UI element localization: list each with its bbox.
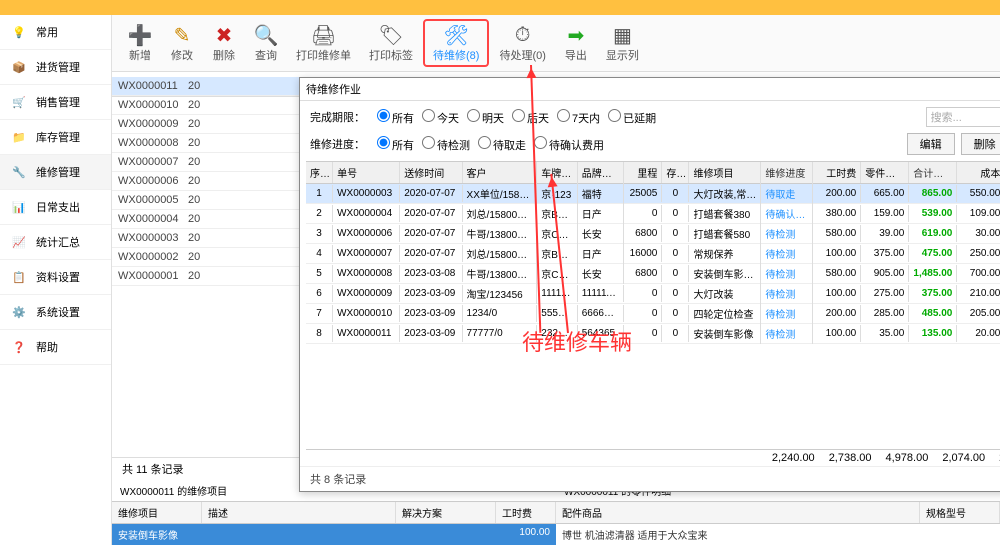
col-header: 工时费 <box>496 502 556 523</box>
pending-process-button[interactable]: ⏱待处理(0) <box>491 21 553 65</box>
col-header[interactable]: 序号 <box>306 162 333 183</box>
sidebar-icon: ❓ <box>10 338 28 356</box>
sidebar-item[interactable]: ❓ 帮助 <box>0 330 111 365</box>
filter-label: 维修进度： <box>310 136 365 152</box>
filter-radio[interactable] <box>422 136 435 149</box>
col-header: 规格型号 <box>920 502 1000 523</box>
sidebar-item[interactable]: 📋 资料设置 <box>0 260 111 295</box>
sidebar-icon: 🛒 <box>10 93 28 111</box>
filter-radio[interactable] <box>377 109 390 122</box>
sidebar-item[interactable]: 📊 日常支出 <box>0 190 111 225</box>
pending-repair-button[interactable]: 🛠待维修(8) <box>423 19 489 67</box>
part-row[interactable]: 博世 机油滤清器 适用于大众宝来 <box>556 524 1000 545</box>
table-row[interactable]: 3WX00000062020-07-07牛哥/1380001..京C125长安6… <box>306 224 1000 244</box>
col-header[interactable]: 客户 <box>463 162 538 183</box>
pending-repair-dialog: 待维修作业 — ☐ ✕ 完成期限： 所有今天明天后天7天内已延期 搜索... ▦ <box>299 77 1000 492</box>
sidebar-item[interactable]: 📦 进货管理 <box>0 50 111 85</box>
table-row[interactable]: 8WX00000112023-03-0977777/02324324564365… <box>306 324 1000 344</box>
filter-radio[interactable] <box>608 109 621 122</box>
col-header: 描述 <box>202 502 396 523</box>
sidebar-label: 维修管理 <box>36 164 80 180</box>
sidebar-item[interactable]: 🔧 维修管理 <box>0 155 111 190</box>
col-header[interactable]: 里程 <box>624 162 663 183</box>
sidebar-icon: ⚙️ <box>10 303 28 321</box>
col-header[interactable]: 存油 <box>662 162 689 183</box>
table-row[interactable]: 5WX00000082023-03-08牛哥/1380001..京C125长安6… <box>306 264 1000 284</box>
sidebar: 💡 常用 📦 进货管理 🛒 销售管理 📁 库存管理 🔧 维修管理 📊 日常支出 📈 统计汇总 📋 资料设置 ⚙️… <box>0 15 112 545</box>
sidebar-label: 统计汇总 <box>36 234 80 250</box>
filter-label: 完成期限： <box>310 109 365 125</box>
filter-radio[interactable] <box>467 109 480 122</box>
sidebar-label: 常用 <box>36 24 58 40</box>
sidebar-icon: 💡 <box>10 23 28 41</box>
col-header[interactable]: 品牌型号 <box>578 162 624 183</box>
sum-value: 2,074.00 <box>942 452 985 464</box>
dialog-record-count: 共 8 条记录 <box>300 466 1000 491</box>
sidebar-icon: 🔧 <box>10 163 28 181</box>
col-header[interactable]: 车牌号码 <box>537 162 577 183</box>
query-button[interactable]: 🔍查询 <box>246 21 286 65</box>
col-header[interactable]: 合计金额 <box>909 162 957 183</box>
dialog-delete-button[interactable]: 删除 <box>961 133 1000 155</box>
sidebar-item[interactable]: 📁 库存管理 <box>0 120 111 155</box>
sidebar-label: 帮助 <box>36 339 58 355</box>
sum-value: 2,738.00 <box>829 452 872 464</box>
dialog-edit-button[interactable]: 编辑 <box>907 133 955 155</box>
sidebar-item[interactable]: ⚙️ 系统设置 <box>0 295 111 330</box>
edit-button[interactable]: ✎修改 <box>162 21 202 65</box>
sidebar-icon: 📋 <box>10 268 28 286</box>
sidebar-label: 进货管理 <box>36 59 80 75</box>
sidebar-label: 库存管理 <box>36 129 80 145</box>
filter-radio[interactable] <box>377 136 390 149</box>
sidebar-icon: 📁 <box>10 128 28 146</box>
col-header: 配件商品 <box>556 502 920 523</box>
col-header: 维修项目 <box>112 502 202 523</box>
sidebar-label: 销售管理 <box>36 94 80 110</box>
search-input[interactable]: 搜索... <box>926 107 1000 127</box>
col-header: 解决方案 <box>396 502 496 523</box>
filter-radio[interactable] <box>534 136 547 149</box>
dialog-title: 待维修作业 <box>306 81 361 97</box>
col-header[interactable]: 工时费 <box>813 162 861 183</box>
sidebar-item[interactable]: 🛒 销售管理 <box>0 85 111 120</box>
filter-radio[interactable] <box>557 109 570 122</box>
col-header[interactable]: 维修项目 <box>689 162 761 183</box>
sidebar-label: 日常支出 <box>36 199 80 215</box>
filter-radio[interactable] <box>512 109 525 122</box>
col-header[interactable]: 单号 <box>333 162 400 183</box>
sidebar-icon: 📈 <box>10 233 28 251</box>
toolbar: ➕新增 ✎修改 ✖删除 🔍查询 🖨打印维修单 🏷打印标签 🛠待维修(8) ⏱待处… <box>112 15 1000 72</box>
table-row[interactable]: 7WX00000102023-03-091234/055555555566666… <box>306 304 1000 324</box>
sum-value: 4,978.00 <box>886 452 929 464</box>
delete-button[interactable]: ✖删除 <box>204 21 244 65</box>
sidebar-label: 系统设置 <box>36 304 80 320</box>
table-row[interactable]: 4WX00000072020-07-07刘总/15800000京B234日产16… <box>306 244 1000 264</box>
filter-radio[interactable] <box>422 109 435 122</box>
col-header[interactable]: 零件费用 <box>861 162 909 183</box>
table-row[interactable]: 2WX00000042020-07-07刘总/15800000京B234日产00… <box>306 204 1000 224</box>
sidebar-icon: 📊 <box>10 198 28 216</box>
col-header[interactable]: 送修时间 <box>400 162 462 183</box>
sidebar-label: 资料设置 <box>36 269 80 285</box>
sum-value: 2,240.00 <box>772 452 815 464</box>
print-tag-button[interactable]: 🏷打印标签 <box>361 21 421 65</box>
col-header[interactable]: 维修进度 <box>761 162 813 183</box>
col-header[interactable]: 成本 <box>957 162 1000 183</box>
columns-button[interactable]: ▦显示列 <box>598 21 647 65</box>
filter-radio[interactable] <box>478 136 491 149</box>
add-button[interactable]: ➕新增 <box>120 21 160 65</box>
export-button[interactable]: ➡导出 <box>556 21 596 65</box>
table-row[interactable]: 6WX00000092023-03-09淘宝/12345611111111111… <box>306 284 1000 304</box>
print-repair-button[interactable]: 🖨打印维修单 <box>288 21 359 65</box>
sidebar-item[interactable]: 💡 常用 <box>0 15 111 50</box>
table-row[interactable]: 1WX00000032020-07-07XX单位/1580...京·123福特2… <box>306 184 1000 204</box>
repair-item-row[interactable]: 安装倒车影像 100.00 <box>112 524 556 545</box>
sidebar-icon: 📦 <box>10 58 28 76</box>
sidebar-item[interactable]: 📈 统计汇总 <box>0 225 111 260</box>
